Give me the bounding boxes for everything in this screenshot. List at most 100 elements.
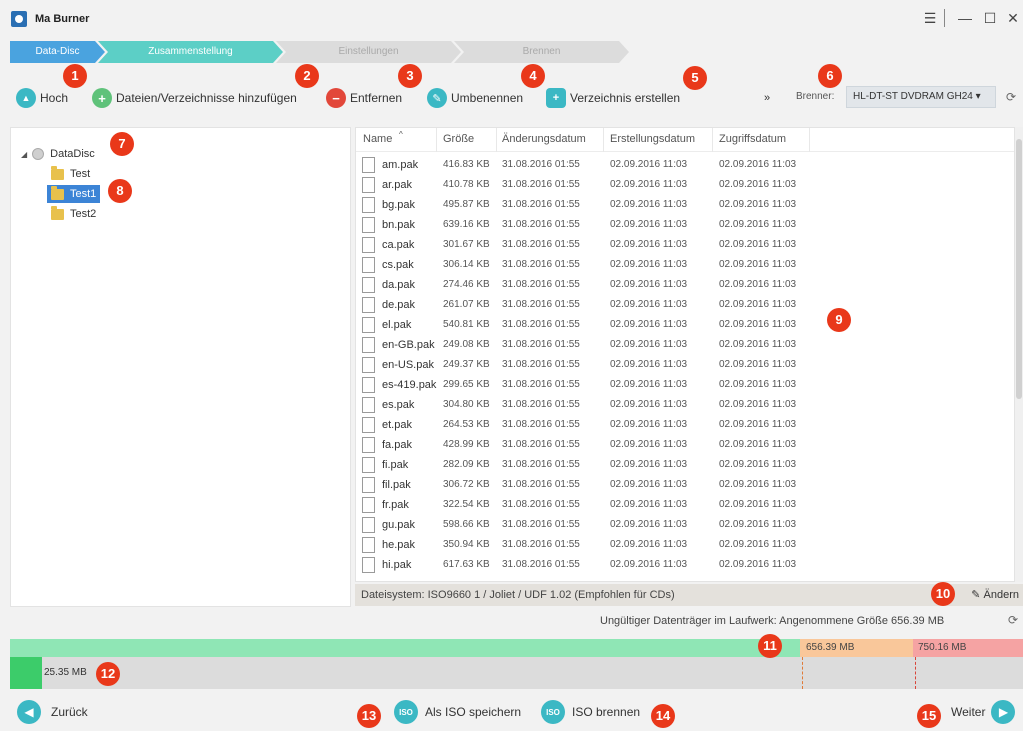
cell-size: 617.63 KB xyxy=(443,559,490,570)
cell-name: bn.pak xyxy=(382,219,416,231)
badge: 7 xyxy=(110,132,134,156)
cell-size: 304.80 KB xyxy=(443,399,490,410)
refresh-icon[interactable]: ⟳ xyxy=(1000,86,1022,108)
rename-button[interactable]: ✎ Umbenennen xyxy=(427,87,523,109)
status-refresh-icon[interactable]: ⟳ xyxy=(1008,613,1018,627)
cell-size: 410.78 KB xyxy=(443,179,490,190)
up-label: Hoch xyxy=(40,91,69,105)
tree-item-test2[interactable]: Test2 xyxy=(51,205,96,223)
minimize-icon[interactable]: — xyxy=(955,8,975,28)
capacity-line-750 xyxy=(915,657,916,689)
file-icon xyxy=(362,257,375,273)
table-row[interactable]: gu.pak 598.66 KB 31.08.2016 01:55 02.09.201… xyxy=(356,516,816,536)
cell-created: 02.09.2016 11:03 xyxy=(610,399,688,410)
remove-button[interactable]: − Entfernen xyxy=(326,87,402,109)
badge: 6 xyxy=(818,64,842,88)
back-button[interactable]: ◀ Zurück xyxy=(17,700,88,724)
column-modified[interactable]: Änderungsdatum xyxy=(502,133,586,145)
file-icon xyxy=(362,377,375,393)
cell-name: fr.pak xyxy=(382,499,409,511)
step-brennen[interactable]: Brennen xyxy=(454,41,629,63)
plus-icon: + xyxy=(92,88,112,108)
column-name[interactable]: Name xyxy=(363,133,392,145)
create-directory-button[interactable]: + Verzeichnis erstellen xyxy=(546,87,680,109)
file-icon xyxy=(362,497,375,513)
table-row[interactable]: en-US.pak 249.37 KB 31.08.2016 01:55 02.09.… xyxy=(356,356,816,376)
folder-tree: ◢ DataDisc Test Test1 Test2 xyxy=(10,127,351,607)
column-created[interactable]: Erstellungsdatum xyxy=(610,133,695,145)
file-list-scrollbar[interactable] xyxy=(1015,127,1023,582)
step-einstellungen[interactable]: Einstellungen xyxy=(276,41,461,63)
column-size[interactable]: Größe xyxy=(443,133,474,145)
more-button[interactable]: » xyxy=(764,87,770,109)
table-row[interactable]: en-GB.pak 249.08 KB 31.08.2016 01:55 02.09.… xyxy=(356,336,816,356)
window-title: Ma Burner xyxy=(35,13,90,25)
table-row[interactable]: ca.pak 301.67 KB 31.08.2016 01:55 02.09.201… xyxy=(356,236,816,256)
cell-name: ca.pak xyxy=(382,239,415,251)
app-logo-icon xyxy=(11,11,27,27)
table-row[interactable]: he.pak 350.94 KB 31.08.2016 01:55 02.09.201… xyxy=(356,536,816,556)
cell-name: es-419.pak xyxy=(382,379,437,391)
table-row[interactable]: fil.pak 306.72 KB 31.08.2016 01:55 02.09.20… xyxy=(356,476,816,496)
table-row[interactable]: da.pak 274.46 KB 31.08.2016 01:55 02.09.201… xyxy=(356,276,816,296)
table-row[interactable]: fa.pak 428.99 KB 31.08.2016 01:55 02.09.201… xyxy=(356,436,816,456)
cell-name: he.pak xyxy=(382,539,416,551)
table-row[interactable]: de.pak 261.07 KB 31.08.2016 01:55 02.09.201… xyxy=(356,296,816,316)
step-data-disc[interactable]: Data-Disc xyxy=(10,41,105,63)
add-files-button[interactable]: + Dateien/Verzeichnisse hinzufügen xyxy=(92,87,297,109)
file-icon xyxy=(362,277,375,293)
tree-item-test1[interactable]: Test1 xyxy=(47,185,101,203)
file-icon xyxy=(362,197,375,213)
arrow-right-icon: ▶ xyxy=(991,700,1016,724)
next-button[interactable]: Weiter ▶ xyxy=(951,700,1016,724)
cell-name: da.pak xyxy=(382,279,416,291)
badge: 10 xyxy=(931,582,955,606)
cell-size: 306.14 KB xyxy=(443,259,490,270)
badge: 3 xyxy=(398,64,422,88)
maximize-icon[interactable]: ☐ xyxy=(980,8,1000,28)
used-space-fill xyxy=(10,657,42,689)
table-row[interactable]: fr.pak 322.54 KB 31.08.2016 01:55 02.09.201… xyxy=(356,496,816,516)
cell-modified: 31.08.2016 01:55 xyxy=(502,519,580,530)
up-button[interactable]: ▲ Hoch xyxy=(16,87,68,109)
scroll-thumb[interactable] xyxy=(1016,139,1022,399)
change-filesystem-button[interactable]: ✎ Ändern xyxy=(971,584,1019,606)
step-zusammenstellung[interactable]: Zusammenstellung xyxy=(98,41,283,63)
cell-modified: 31.08.2016 01:55 xyxy=(502,279,580,290)
tree-root[interactable]: ◢ DataDisc xyxy=(21,145,95,163)
table-row[interactable]: fi.pak 282.09 KB 31.08.2016 01:55 02.09.201… xyxy=(356,456,816,476)
table-row[interactable]: es.pak 304.80 KB 31.08.2016 01:55 02.09.201… xyxy=(356,396,816,416)
remove-label: Entfernen xyxy=(350,91,403,105)
table-row[interactable]: el.pak 540.81 KB 31.08.2016 01:55 02.09.201… xyxy=(356,316,816,336)
burner-label: Brenner: xyxy=(796,91,835,102)
burner-select[interactable]: HL-DT-ST DVDRAM GH24 ▾ xyxy=(846,86,996,108)
table-row[interactable]: bg.pak 495.87 KB 31.08.2016 01:55 02.09.201… xyxy=(356,196,816,216)
expand-arrow-icon[interactable]: ◢ xyxy=(21,150,27,159)
table-row[interactable]: cs.pak 306.14 KB 31.08.2016 01:55 02.09.201… xyxy=(356,256,816,276)
file-icon xyxy=(362,437,375,453)
cell-created: 02.09.2016 11:03 xyxy=(610,439,688,450)
table-row[interactable]: hi.pak 617.63 KB 31.08.2016 01:55 02.09.201… xyxy=(356,556,816,576)
cell-accessed: 02.09.2016 11:03 xyxy=(719,159,797,170)
cell-created: 02.09.2016 11:03 xyxy=(610,219,688,230)
close-icon[interactable]: ✕ xyxy=(1003,8,1023,28)
capacity-mark-750: 750.16 MB xyxy=(918,642,967,653)
cell-modified: 31.08.2016 01:55 xyxy=(502,339,580,350)
title-bar: Ma Burner ☰ — ☐ ✕ xyxy=(0,0,1023,38)
tree-item-test[interactable]: Test xyxy=(51,165,90,183)
table-row[interactable]: es-419.pak 299.65 KB 31.08.2016 01:55 02.09… xyxy=(356,376,816,396)
column-accessed[interactable]: Zugriffsdatum xyxy=(719,133,786,145)
tree-root-label: DataDisc xyxy=(50,148,95,160)
arrow-left-icon: ◀ xyxy=(17,700,41,724)
cell-created: 02.09.2016 11:03 xyxy=(610,279,688,290)
menu-icon[interactable]: ☰ xyxy=(920,8,940,28)
cell-name: el.pak xyxy=(382,319,412,331)
table-row[interactable]: et.pak 264.53 KB 31.08.2016 01:55 02.09.201… xyxy=(356,416,816,436)
badge: 14 xyxy=(651,704,675,728)
save-iso-button[interactable]: ISO Als ISO speichern xyxy=(394,700,521,724)
table-row[interactable]: bn.pak 639.16 KB 31.08.2016 01:55 02.09.201… xyxy=(356,216,816,236)
cell-created: 02.09.2016 11:03 xyxy=(610,239,688,250)
burn-iso-button[interactable]: ISO ISO brennen xyxy=(541,700,640,724)
table-row[interactable]: ar.pak 410.78 KB 31.08.2016 01:55 02.09.201… xyxy=(356,176,816,196)
table-row[interactable]: am.pak 416.83 KB 31.08.2016 01:55 02.09.201… xyxy=(356,156,816,176)
